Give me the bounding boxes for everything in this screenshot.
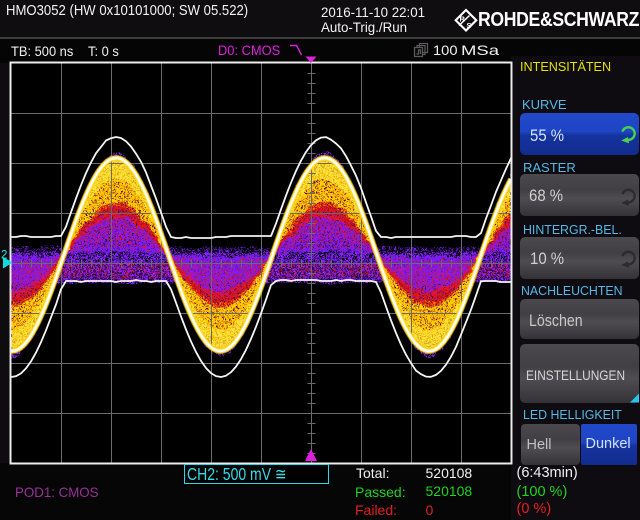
svg-text:R: R bbox=[460, 15, 466, 24]
svg-text:S: S bbox=[467, 21, 472, 30]
svg-text:2: 2 bbox=[1, 250, 7, 262]
